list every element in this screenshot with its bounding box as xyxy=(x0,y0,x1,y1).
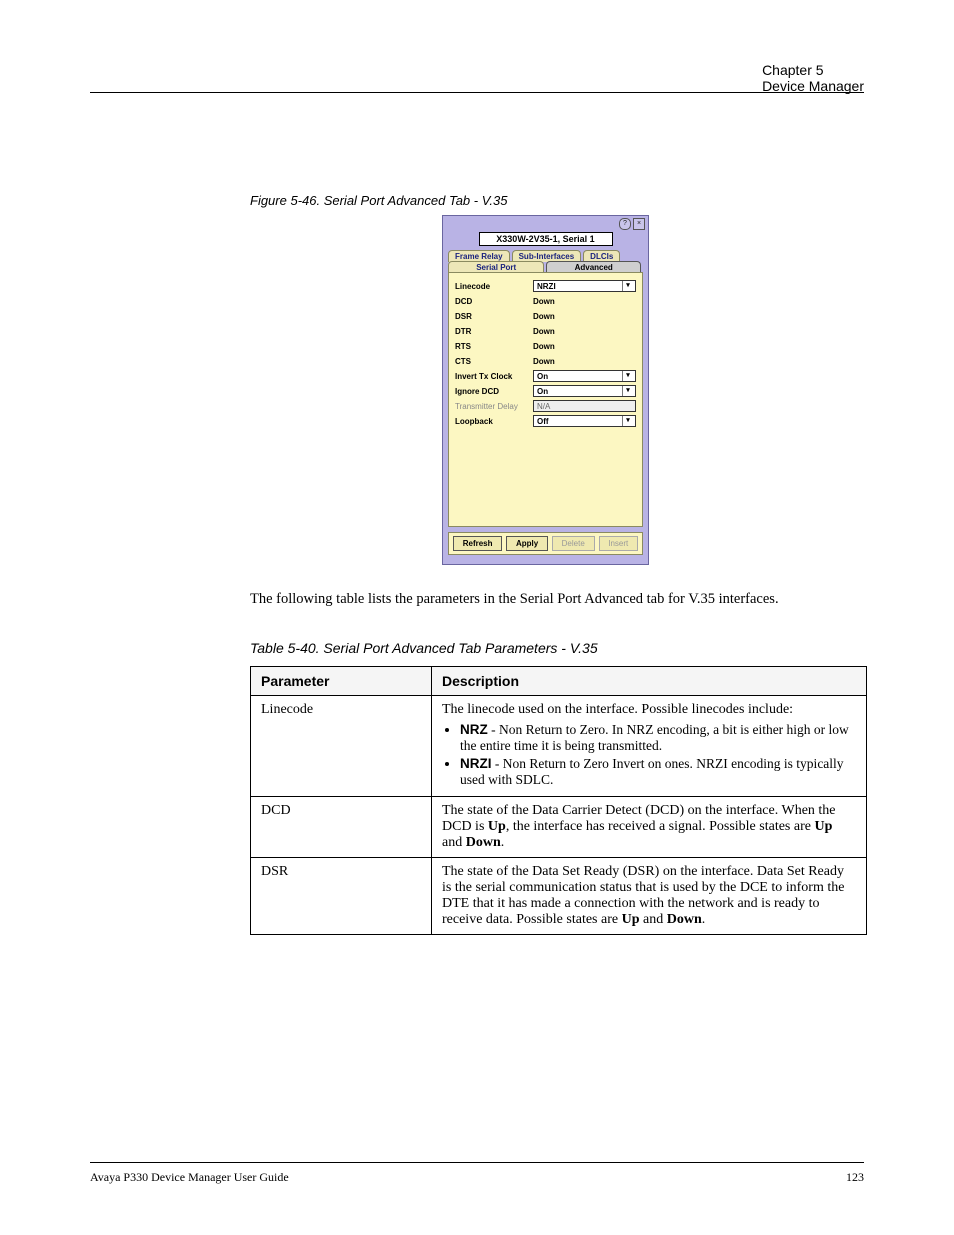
footer-page-number: 123 xyxy=(846,1170,864,1185)
apply-button[interactable]: Apply xyxy=(506,536,548,551)
figure-caption: Figure 5-46. Serial Port Advanced Tab - … xyxy=(250,193,508,208)
row-loopback: Loopback Off ▾ xyxy=(455,414,636,428)
col-parameter: Parameter xyxy=(251,667,432,696)
row-invert-tx-clock: Invert Tx Clock On ▾ xyxy=(455,369,636,383)
refresh-button[interactable]: Refresh xyxy=(453,536,502,551)
label-linecode: Linecode xyxy=(455,282,533,291)
chevron-down-icon: ▾ xyxy=(622,386,633,396)
parameters-table: Parameter Description Linecode The linec… xyxy=(250,666,867,935)
device-title: X330W-2V35-1, Serial 1 xyxy=(479,232,613,246)
select-loopback[interactable]: Off ▾ xyxy=(533,415,636,427)
row-linecode: Linecode NRZI ▾ xyxy=(455,279,636,293)
footer-left: Avaya P330 Device Manager User Guide xyxy=(90,1170,289,1185)
help-icon[interactable]: ? xyxy=(619,218,631,230)
param-desc: The state of the Data Carrier Detect (DC… xyxy=(432,797,867,858)
table-row: DCD The state of the Data Carrier Detect… xyxy=(251,797,867,858)
tab-content: Linecode NRZI ▾ DCD Down DSR Down DTR Do… xyxy=(448,272,643,527)
value-dcd: Down xyxy=(533,297,555,306)
header-rule xyxy=(90,92,864,93)
col-description: Description xyxy=(432,667,867,696)
label-cts: CTS xyxy=(455,357,533,366)
param-name: DCD xyxy=(251,797,432,858)
label-rts: RTS xyxy=(455,342,533,351)
row-dsr: DSR Down xyxy=(455,309,636,323)
row-rts: RTS Down xyxy=(455,339,636,353)
row-transmitter-delay: Transmitter Delay N/A xyxy=(455,399,636,413)
param-name: DSR xyxy=(251,858,432,935)
chevron-down-icon: ▾ xyxy=(622,371,633,381)
value-rts: Down xyxy=(533,342,555,351)
chevron-down-icon: ▾ xyxy=(622,281,633,291)
select-invert-tx-clock[interactable]: On ▾ xyxy=(533,370,636,382)
param-name: Linecode xyxy=(251,696,432,797)
select-linecode[interactable]: NRZI ▾ xyxy=(533,280,636,292)
delete-button: Delete xyxy=(552,536,595,551)
value-cts: Down xyxy=(533,357,555,366)
value-dsr: Down xyxy=(533,312,555,321)
value-dtr: Down xyxy=(533,327,555,336)
label-dsr: DSR xyxy=(455,312,533,321)
chevron-down-icon: ▾ xyxy=(622,416,633,426)
row-ignore-dcd: Ignore DCD On ▾ xyxy=(455,384,636,398)
param-desc: The state of the Data Set Ready (DSR) on… xyxy=(432,858,867,935)
label-dtr: DTR xyxy=(455,327,533,336)
table-caption: Table 5-40. Serial Port Advanced Tab Par… xyxy=(250,640,598,656)
label-loopback: Loopback xyxy=(455,417,533,426)
row-dcd: DCD Down xyxy=(455,294,636,308)
label-ignore-dcd: Ignore DCD xyxy=(455,387,533,396)
row-cts: CTS Down xyxy=(455,354,636,368)
label-dcd: DCD xyxy=(455,297,533,306)
label-invert-tx-clock: Invert Tx Clock xyxy=(455,372,533,381)
body-paragraph: The following table lists the parameters… xyxy=(250,590,864,610)
table-row: DSR The state of the Data Set Ready (DSR… xyxy=(251,858,867,935)
param-desc: The linecode used on the interface. Poss… xyxy=(432,696,867,797)
config-dialog: ? × X330W-2V35-1, Serial 1 Frame Relay S… xyxy=(442,215,649,565)
tab-strip: Frame Relay Sub-Interfaces DLCIs Serial … xyxy=(443,250,648,272)
row-dtr: DTR Down xyxy=(455,324,636,338)
insert-button: Insert xyxy=(599,536,638,551)
button-bar: Refresh Apply Delete Insert xyxy=(448,532,643,555)
select-ignore-dcd[interactable]: On ▾ xyxy=(533,385,636,397)
label-transmitter-delay: Transmitter Delay xyxy=(455,402,533,411)
header-text: Chapter 5 Device Manager xyxy=(762,62,864,94)
footer-rule xyxy=(90,1162,864,1163)
table-row: Linecode The linecode used on the interf… xyxy=(251,696,867,797)
field-transmitter-delay: N/A xyxy=(533,400,636,412)
dialog-titlebar: ? × xyxy=(443,216,648,230)
close-icon[interactable]: × xyxy=(633,218,645,230)
